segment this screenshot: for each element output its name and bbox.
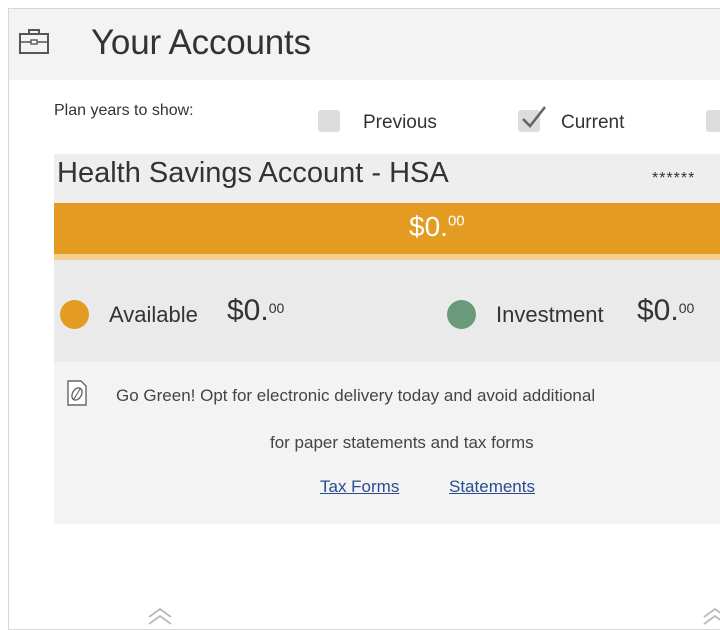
account-title-row[interactable]: Health Savings Account - HSA ****** [54, 154, 720, 203]
page-title: Your Accounts [91, 23, 311, 62]
chevron-up-double-icon[interactable] [146, 605, 174, 627]
investment-dot-icon [447, 300, 476, 329]
briefcase-icon [19, 29, 49, 54]
plan-years-row: Plan years to show: Previous Current [9, 80, 720, 154]
available-amount-cents: 00 [268, 300, 285, 316]
tax-forms-link[interactable]: Tax Forms [320, 477, 399, 497]
statements-link[interactable]: Statements [449, 477, 535, 497]
go-green-box: Go Green! Opt for electronic delivery to… [54, 362, 720, 524]
current-checkbox-label[interactable]: Current [561, 112, 624, 134]
account-name[interactable]: Health Savings Account - HSA [57, 157, 449, 190]
accounts-header: Your Accounts [9, 9, 720, 80]
balance-cents: 00 [447, 212, 465, 230]
investment-amount: $0.00 [637, 294, 694, 328]
previous-checkbox-label[interactable]: Previous [363, 112, 437, 134]
checkmark-icon [522, 106, 547, 128]
investment-amount-main: $0. [637, 294, 679, 327]
investment-label: Investment [496, 302, 604, 327]
chevron-up-double-icon[interactable] [701, 605, 720, 627]
account-number-masked: ****** [652, 170, 696, 187]
accounts-panel: Your Accounts Plan years to show: Previo… [8, 8, 720, 630]
plan-years-label: Plan years to show: [54, 102, 194, 119]
available-dot-icon [60, 300, 89, 329]
available-amount-main: $0. [227, 294, 269, 327]
available-amount: $0.00 [227, 294, 284, 328]
future-checkbox[interactable] [706, 110, 720, 132]
account-balance: $0.00 [409, 211, 465, 243]
previous-checkbox[interactable] [318, 110, 340, 132]
current-checkbox[interactable] [518, 106, 547, 132]
investment-amount-cents: 00 [678, 300, 695, 316]
go-green-message-cont: for paper statements and tax forms [270, 433, 534, 452]
balance-breakdown: Available $0.00 Investment $0.00 [54, 260, 720, 362]
balance-main: $0. [409, 211, 448, 242]
go-green-message: Go Green! Opt for electronic delivery to… [116, 386, 596, 405]
account-balance-bar: $0.00 [54, 203, 720, 260]
available-label: Available [109, 302, 198, 327]
leaf-document-icon [67, 380, 87, 406]
